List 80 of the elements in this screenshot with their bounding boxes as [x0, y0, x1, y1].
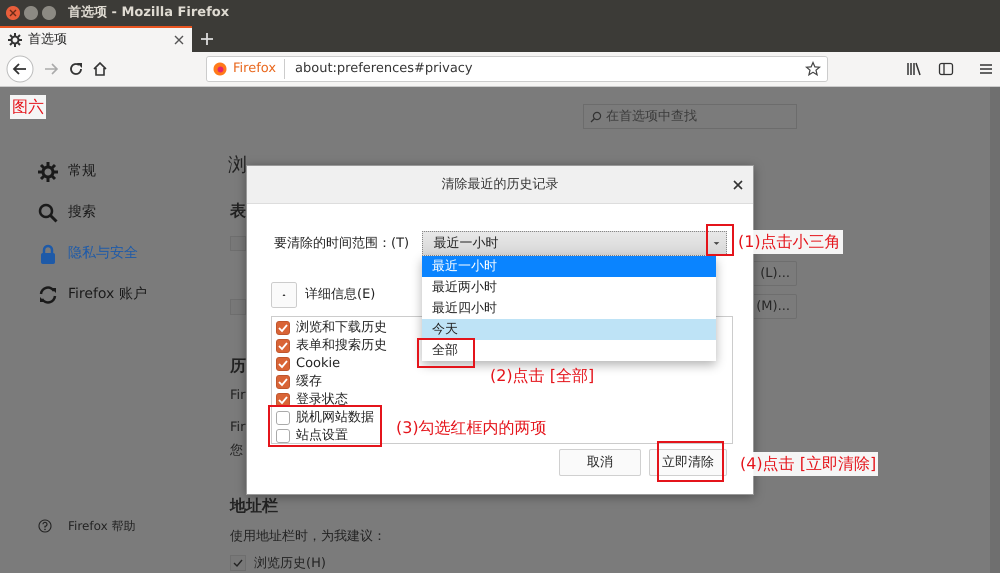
time-range-select[interactable]: 最近一小时 — [422, 231, 727, 256]
callout-text: (3)勾选红框内的两项 — [396, 417, 547, 439]
close-icon[interactable] — [174, 35, 184, 45]
dialog-title: 清除最近的历史记录 — [442, 176, 558, 194]
dialog-button[interactable]: 立即清除 — [649, 449, 727, 476]
dropdown-option[interactable]: 最近两小时 — [422, 277, 716, 298]
address-bar[interactable]: Firefox about:preferences#privacy — [206, 56, 828, 82]
dropdown-option[interactable]: 最近一小时 — [422, 256, 716, 277]
checkbox-option[interactable]: 缓存 — [272, 373, 322, 391]
checkbox-option[interactable]: Cookie — [272, 355, 340, 373]
lock-icon — [38, 244, 58, 264]
gear-icon — [38, 162, 58, 182]
dropdown-option[interactable]: 今天 — [422, 319, 716, 340]
checkbox-option[interactable]: 表单和搜索历史 — [272, 337, 387, 355]
checkbox[interactable] — [276, 411, 290, 425]
checkbox[interactable] — [276, 429, 290, 443]
callout-text: (2)点击 [全部] — [490, 365, 594, 387]
body-text: Fir — [230, 419, 246, 438]
star-icon[interactable] — [805, 61, 821, 77]
checkbox[interactable] — [230, 555, 246, 572]
highlight-frame — [706, 224, 734, 256]
body-text: 您 — [230, 442, 243, 460]
search-icon — [590, 111, 602, 123]
checkbox[interactable] — [230, 236, 246, 252]
highlight-frame — [417, 338, 475, 368]
checkmark-icon — [233, 558, 243, 568]
minimize-button[interactable] — [24, 6, 38, 20]
dropdown-option[interactable]: 全部 — [422, 340, 716, 361]
scrollbar[interactable] — [990, 87, 1000, 573]
checkbox-option[interactable]: 脱机网站数据 — [272, 409, 374, 427]
help-link[interactable]: Firefox 帮助 — [68, 517, 136, 535]
time-range-label: 要清除的时间范围：(T) — [273, 234, 410, 253]
close-icon — [9, 9, 17, 17]
library-icon[interactable] — [906, 61, 922, 77]
body-text: 使用地址栏时，为我建议： — [230, 528, 386, 546]
search-field[interactable]: 在首选项中查找 — [583, 104, 797, 129]
checkbox-option[interactable]: 浏览和下载历史 — [272, 319, 387, 337]
figure-label: 图六 — [10, 95, 46, 119]
section-heading: 地址栏 — [230, 495, 278, 518]
url-text: about:preferences#privacy — [294, 60, 474, 78]
new-tab-icon[interactable] — [200, 32, 214, 46]
menu-icon[interactable] — [978, 61, 994, 77]
checkbox-option[interactable]: 浏览历史(H) — [230, 554, 326, 573]
checkbox[interactable] — [276, 375, 290, 389]
dialog-button[interactable]: 取消 — [559, 449, 641, 476]
checkbox-option[interactable]: 登录状态 — [272, 391, 348, 409]
highlight-frame — [657, 441, 724, 482]
section-heading: 历 — [230, 355, 246, 378]
sidebar-item[interactable]: 搜索 — [38, 192, 230, 233]
identity-label: Firefox — [233, 59, 286, 79]
sidebar-item[interactable]: Firefox 账户 — [38, 274, 230, 315]
checkbox[interactable] — [276, 321, 290, 335]
settings-button[interactable]: (L)... — [752, 261, 797, 286]
back-icon[interactable] — [6, 55, 34, 83]
close-icon[interactable] — [733, 180, 743, 190]
checkbox[interactable] — [230, 298, 246, 315]
reload-icon[interactable] — [68, 61, 84, 77]
window-title: 首选项 - Mozilla Firefox — [68, 4, 230, 22]
body-text: Fir — [230, 387, 246, 406]
sidebar-icon[interactable] — [938, 61, 954, 77]
search-icon — [38, 202, 58, 222]
sidebar-item[interactable]: 常规 — [38, 151, 230, 192]
callout-text: (4)点击 [立即清除] — [738, 452, 878, 476]
close-button[interactable] — [6, 6, 20, 20]
home-icon[interactable] — [92, 61, 108, 77]
dropdown-option[interactable]: 最近四小时 — [422, 298, 716, 319]
gear-icon — [8, 33, 22, 47]
checkbox[interactable] — [276, 357, 290, 371]
settings-button[interactable]: (M)... — [752, 294, 797, 320]
browser-tab[interactable]: 首选项 — [0, 26, 192, 52]
page-heading: 浏 — [228, 153, 247, 178]
sync-icon — [38, 284, 58, 304]
firefox-logo-icon — [213, 62, 227, 76]
help-icon — [38, 519, 52, 533]
details-label: 详细信息(E) — [305, 286, 376, 304]
checkbox-option[interactable]: 站点设置 — [272, 427, 348, 445]
section-heading: 表 — [230, 200, 246, 222]
maximize-button[interactable] — [42, 6, 56, 20]
checkbox[interactable] — [276, 339, 290, 353]
callout-text: (1)点击小三角 — [736, 230, 843, 254]
